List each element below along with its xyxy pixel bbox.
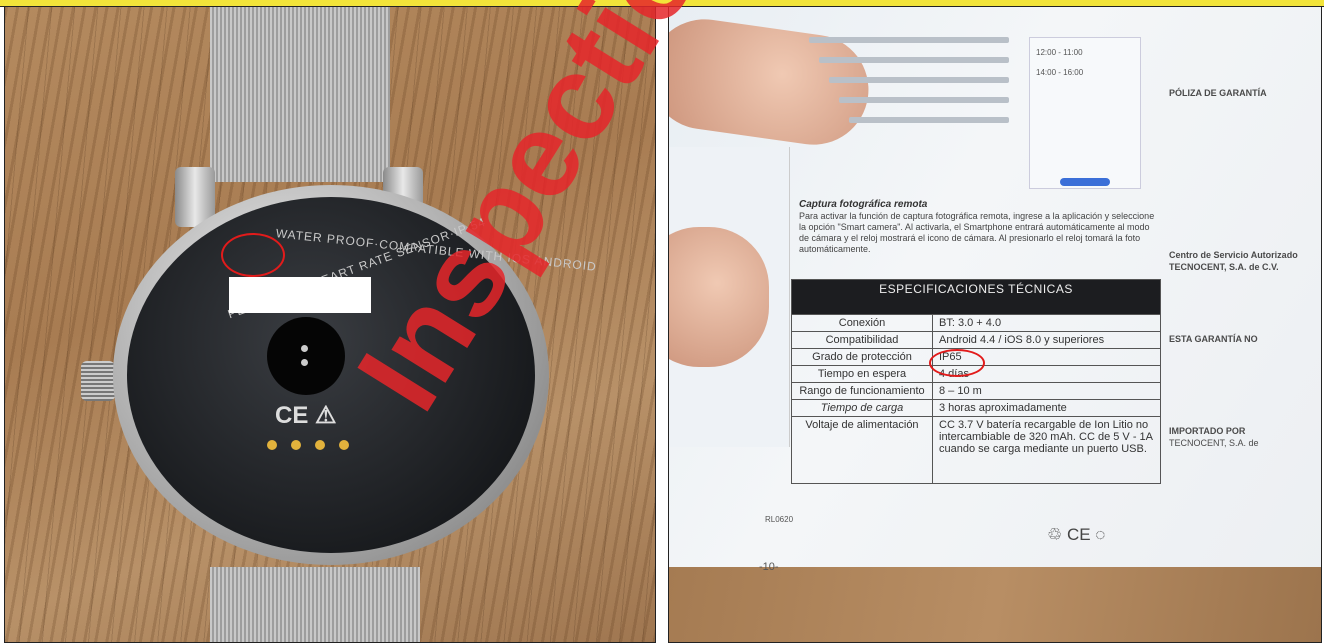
warranty-heading: PÓLIZA DE GARANTÍA: [1169, 88, 1267, 98]
watch-photo: PEDOMETER·HEART RATE SENSOR·IP 54 WATER …: [4, 6, 656, 643]
ip65-highlight-circle: [929, 349, 985, 377]
spec-label: Grado de protección: [791, 348, 933, 366]
spec-label: Tiempo de carga: [791, 399, 933, 417]
spec-label: Conexión: [791, 314, 933, 332]
crown: [81, 361, 115, 401]
spec-value: 8 – 10 m: [932, 382, 1161, 400]
text-line: [829, 77, 1009, 83]
text-line: [819, 57, 1009, 63]
text-line: [809, 37, 1009, 43]
warranty-column: PÓLIZA DE GARANTÍA Centro de Servicio Au…: [1169, 87, 1321, 449]
spec-label: Tiempo en espera: [791, 365, 933, 383]
importer-heading: IMPORTADO POR: [1169, 426, 1246, 436]
spec-value: BT: 3.0 + 4.0: [932, 314, 1161, 332]
importer-company: TECNOCENT, S.A. de: [1169, 438, 1259, 448]
text-line: [849, 117, 1009, 123]
specs-title: ESPECIFICACIONES TÉCNICAS: [791, 279, 1161, 315]
wood-edge: [669, 567, 1321, 642]
spec-value: 3 horas aproximadamente: [932, 399, 1161, 417]
table-row: Conexión BT: 3.0 + 4.0: [791, 314, 1161, 332]
spec-label: Compatibilidad: [791, 331, 933, 349]
mesh-strap-bottom: [210, 567, 420, 642]
mesh-strap-top: [210, 7, 390, 182]
ce-mark: CE ⚠: [275, 402, 337, 429]
table-row: Compatibilidad Android 4.4 / iOS 8.0 y su…: [791, 331, 1161, 349]
exclusions-heading: ESTA GARANTÍA NO: [1169, 334, 1258, 344]
text-line: [839, 97, 1009, 103]
page-number: -10-: [759, 561, 779, 573]
ip-highlight-circle: [221, 233, 285, 277]
manual-code: RL0620: [765, 515, 794, 524]
table-row: Tiempo de carga 3 horas aproximadamente: [791, 399, 1161, 417]
table-row: Rango de funcionamiento 8 – 10 m: [791, 382, 1161, 400]
capture-text: Para activar la función de captura fotog…: [799, 211, 1155, 254]
company-name: TECNOCENT, S.A. de C.V.: [1169, 262, 1279, 272]
capture-heading: Captura fotográfica remota: [799, 199, 928, 210]
app-button: [1060, 178, 1110, 186]
app-screenshot: 12:00 - 11:00 14:00 - 16:00: [1029, 37, 1141, 189]
spec-label: Rango de funcionamiento: [791, 382, 933, 400]
recycle-marks: ♲ CE ◌: [1047, 525, 1106, 544]
time-1: 12:00 - 11:00: [1036, 48, 1083, 57]
service-center: Centro de Servicio Autorizado: [1169, 250, 1298, 260]
table-row: Voltaje de alimentación CC 3.7 V batería …: [791, 416, 1161, 484]
finger: [669, 227, 769, 367]
time-2: 14:00 - 16:00: [1036, 68, 1084, 77]
redaction-box: [229, 277, 371, 313]
heart-rate-sensor: [267, 317, 345, 395]
charging-pins: [267, 437, 363, 455]
manual-photo: 12:00 - 11:00 14:00 - 16:00 Captura foto…: [668, 6, 1322, 643]
spec-label: Voltaje de alimentación: [791, 416, 933, 484]
specs-table: ESPECIFICACIONES TÉCNICAS Conexión BT: 3.…: [791, 279, 1161, 484]
spec-value: Android 4.4 / iOS 8.0 y superiores: [932, 331, 1161, 349]
spec-value: CC 3.7 V batería recargable de Ion Litio…: [932, 416, 1161, 484]
